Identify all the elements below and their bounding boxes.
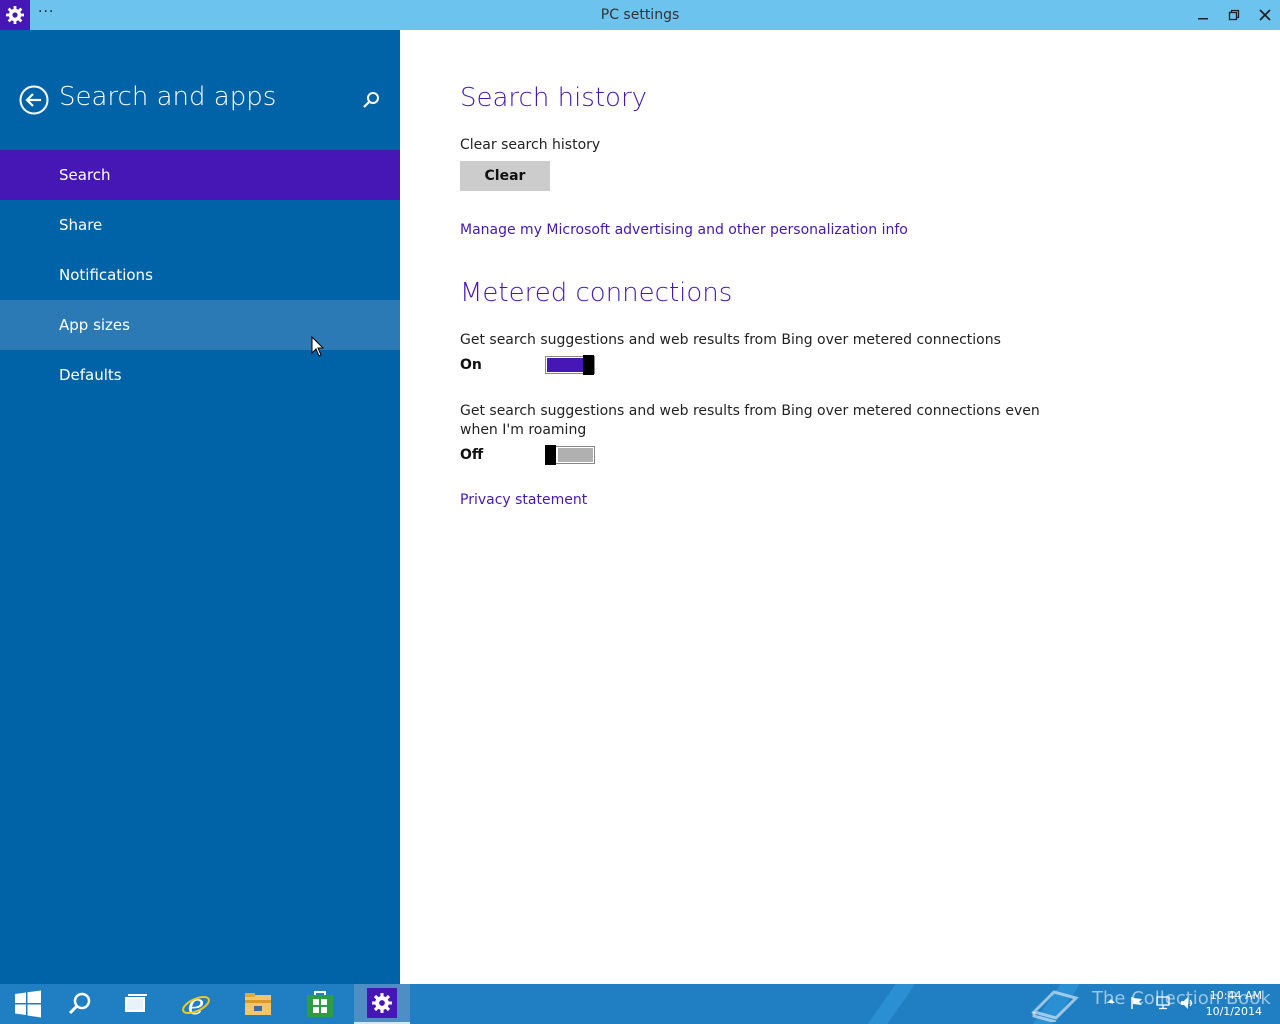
- metered-toggle[interactable]: [545, 355, 595, 375]
- show-hidden-icons-icon[interactable]: [1106, 996, 1116, 1009]
- mouse-cursor-icon: [311, 335, 325, 362]
- restore-icon[interactable]: [1222, 5, 1246, 25]
- metered-option-label: Get search suggestions and web results f…: [460, 332, 1001, 348]
- file-explorer-icon[interactable]: [230, 984, 286, 1024]
- search-icon[interactable]: [360, 90, 382, 112]
- sidebar-nav: Search Share Notifications App sizes Def…: [0, 150, 400, 400]
- metered-toggle-state: On: [460, 357, 482, 373]
- minimize-icon[interactable]: [1191, 5, 1215, 25]
- clock-time: 10:44 AM: [1209, 989, 1262, 1002]
- sidebar-item-share[interactable]: Share: [0, 200, 400, 250]
- sidebar: Search and apps Search Share Notificatio…: [0, 30, 400, 984]
- privacy-statement-link[interactable]: Privacy statement: [460, 492, 587, 508]
- back-arrow-icon[interactable]: [19, 85, 49, 115]
- taskbar: e The Collection Book 10:44 AM 10/1/2014: [0, 984, 1280, 1024]
- close-icon[interactable]: [1253, 5, 1277, 25]
- search-history-heading: Search history: [460, 83, 648, 113]
- taskbar-search-icon[interactable]: [52, 984, 108, 1024]
- roaming-option-label: Get search suggestions and web results f…: [460, 403, 1040, 438]
- internet-explorer-icon[interactable]: e: [168, 984, 224, 1024]
- page-title: Search and apps: [59, 82, 277, 112]
- svg-text:e: e: [188, 989, 205, 1019]
- action-center-flag-icon[interactable]: [1130, 996, 1144, 1013]
- manage-advertising-link[interactable]: Manage my Microsoft advertising and othe…: [460, 222, 908, 238]
- clear-history-label: Clear search history: [460, 137, 601, 153]
- taskbar-decoration: [861, 984, 915, 1024]
- sidebar-item-defaults[interactable]: Defaults: [0, 350, 400, 400]
- roaming-toggle[interactable]: [545, 445, 595, 465]
- pc-settings-taskbar-icon[interactable]: [354, 984, 410, 1024]
- sidebar-item-notifications[interactable]: Notifications: [0, 250, 400, 300]
- sidebar-item-search[interactable]: Search: [0, 150, 400, 200]
- main-content: Search history Clear search history Clea…: [400, 30, 1280, 984]
- volume-icon[interactable]: [1180, 996, 1196, 1013]
- roaming-toggle-state: Off: [460, 447, 484, 463]
- title-bar: ··· PC settings: [0, 0, 1280, 30]
- start-windows-icon[interactable]: [0, 984, 56, 1024]
- clock-date: 10/1/2014: [1205, 1005, 1262, 1018]
- clear-button[interactable]: Clear: [460, 161, 550, 191]
- clock[interactable]: 10:44 AM 10/1/2014: [1206, 988, 1262, 1020]
- task-view-icon[interactable]: [108, 984, 164, 1024]
- window-title: PC settings: [600, 7, 680, 23]
- store-icon[interactable]: [292, 984, 348, 1024]
- network-icon[interactable]: [1155, 996, 1171, 1013]
- sidebar-item-app-sizes[interactable]: App sizes: [0, 300, 400, 350]
- metered-connections-heading: Metered connections: [460, 278, 733, 308]
- book-logo-icon: [1030, 986, 1082, 1024]
